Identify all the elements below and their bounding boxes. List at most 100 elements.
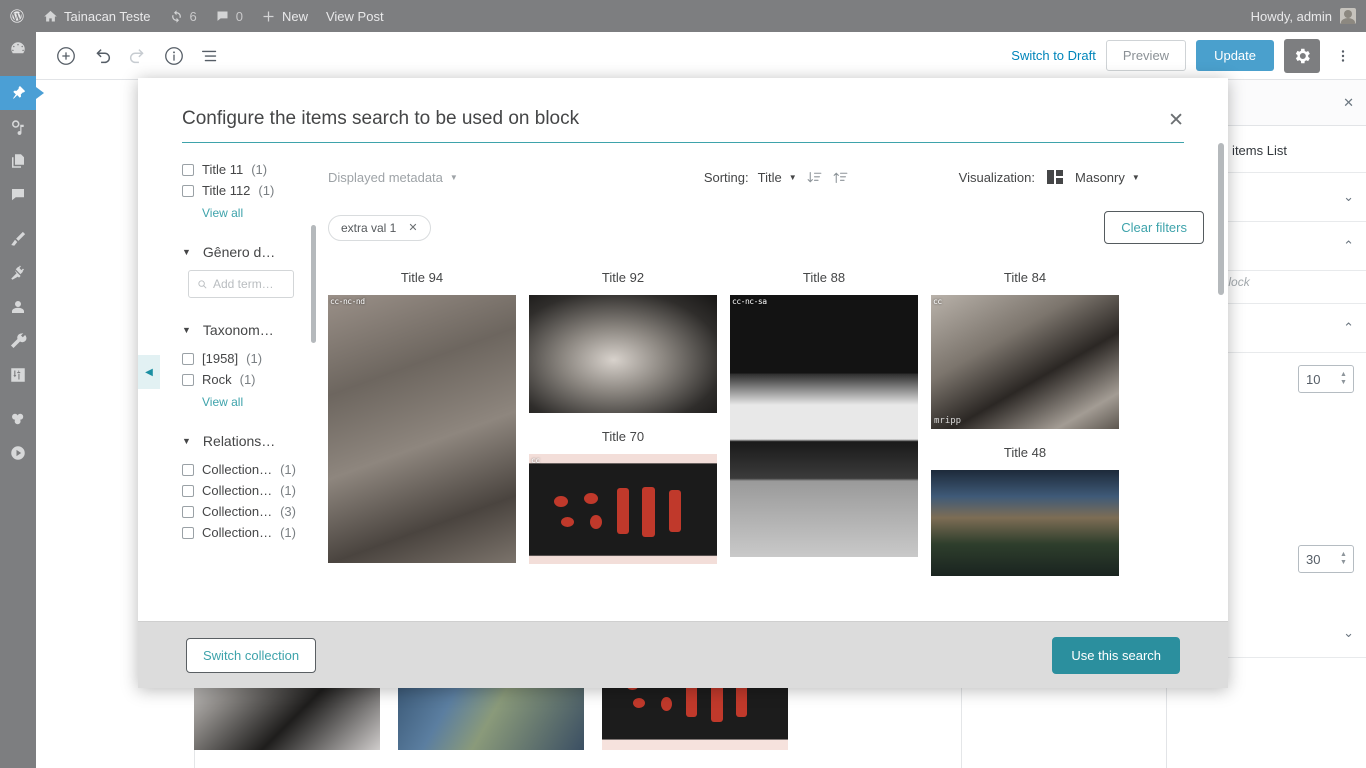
modal-header: Configure the items search to be used on… <box>138 78 1228 143</box>
stepper-arrows[interactable]: ▲ ▼ <box>1337 371 1353 387</box>
checkbox-icon[interactable] <box>182 505 194 518</box>
item-thumbnail[interactable]: cc <box>529 454 717 564</box>
sidebar-item-plugins[interactable] <box>0 256 36 290</box>
switch-collection-button[interactable]: Switch collection <box>186 637 317 673</box>
collapse-filters-button[interactable]: ◀ <box>138 355 160 389</box>
item-title[interactable]: Title 84 <box>931 264 1119 295</box>
filter-label: Collection… <box>202 462 273 477</box>
close-icon[interactable]: ✕ <box>1168 111 1184 130</box>
filter-checkbox[interactable]: Title 112 (1) <box>182 180 320 201</box>
sorting-dropdown[interactable]: Title ▼ <box>758 170 797 185</box>
visualization-dropdown[interactable]: Masonry ▼ <box>1075 170 1140 185</box>
items-count-stepper[interactable]: 10 ▲ ▼ <box>1298 365 1354 393</box>
gap-stepper[interactable]: 30 ▲ ▼ <box>1298 545 1354 573</box>
chip-label: extra val 1 <box>341 220 397 235</box>
updates-menu[interactable]: 6 <box>160 0 206 32</box>
filters-scrollbar[interactable] <box>311 225 316 343</box>
sidebar-item-dashboard[interactable] <box>0 32 36 66</box>
checkbox-icon[interactable] <box>182 184 194 197</box>
displayed-metadata-dropdown[interactable]: Displayed metadata ▼ <box>328 170 458 185</box>
item-thumbnail[interactable] <box>931 470 1119 576</box>
sidebar-item-settings[interactable] <box>0 358 36 392</box>
comments-menu[interactable]: 0 <box>206 0 252 32</box>
item-title[interactable]: Title 88 <box>730 264 918 295</box>
settings-button[interactable] <box>1284 38 1320 73</box>
item-title[interactable]: Title 70 <box>529 413 717 454</box>
checkbox-icon[interactable] <box>182 352 194 365</box>
view-post-label: View Post <box>325 8 384 24</box>
sidebar-item-posts[interactable] <box>0 76 44 110</box>
site-name-menu[interactable]: Tainacan Teste <box>34 0 160 32</box>
checkbox-icon[interactable] <box>182 526 194 539</box>
item-thumbnail[interactable]: cc-nc-nd <box>328 295 516 563</box>
list-view-button[interactable] <box>192 38 228 74</box>
add-term-input[interactable]: Add term… <box>188 270 294 298</box>
item-thumbnail[interactable]: cc mripp <box>931 295 1119 429</box>
sidebar-item-tools[interactable] <box>0 324 36 358</box>
stepper-arrows[interactable]: ▲ ▼ <box>1337 551 1353 567</box>
sidebar-item-tainacan[interactable] <box>0 402 36 436</box>
gear-icon <box>1295 48 1310 63</box>
modal-title: Configure the items search to be used on… <box>182 108 580 129</box>
view-all-link[interactable]: View all <box>182 201 320 220</box>
close-icon[interactable]: ✕ <box>408 221 417 234</box>
filter-count: (1) <box>251 162 268 177</box>
sidebar-item-appearance[interactable] <box>0 222 36 256</box>
checkbox-icon[interactable] <box>182 484 194 497</box>
item-title[interactable]: Title 94 <box>328 264 516 295</box>
sidebar-item-media-player[interactable] <box>0 436 36 470</box>
use-this-search-button[interactable]: Use this search <box>1052 636 1180 674</box>
filter-checkbox[interactable]: Collection… (1) <box>182 480 320 501</box>
more-options-button[interactable] <box>1330 39 1356 73</box>
filter-group-header[interactable]: ▼ Gênero d… <box>182 244 320 260</box>
sort-descending-button[interactable] <box>806 169 823 186</box>
filter-checkbox[interactable]: Collection… (1) <box>182 459 320 480</box>
dashboard-icon <box>11 42 25 54</box>
sidebar-item-pages[interactable] <box>0 144 36 178</box>
filter-checkbox[interactable]: Title 11 (1) <box>182 159 320 180</box>
sidebar-item-users[interactable] <box>0 290 36 324</box>
checkbox-icon[interactable] <box>182 463 194 476</box>
update-button[interactable]: Update <box>1196 40 1274 71</box>
document-info-button[interactable] <box>156 38 192 74</box>
visualization-controls: Visualization: Masonry ▼ <box>959 170 1140 185</box>
clear-filters-button[interactable]: Clear filters <box>1104 211 1204 244</box>
add-term-placeholder: Add term… <box>213 277 274 291</box>
preview-button[interactable]: Preview <box>1105 40 1187 71</box>
license-badge: cc <box>531 456 540 465</box>
filter-checkbox[interactable]: Rock (1) <box>182 369 320 390</box>
sidebar-item-comments[interactable] <box>0 178 36 212</box>
sort-ascending-button[interactable] <box>832 169 849 186</box>
filter-count: (3) <box>280 504 296 519</box>
item-title[interactable]: Title 48 <box>931 429 1119 470</box>
view-all-link[interactable]: View all <box>182 390 320 409</box>
active-filter-chip[interactable]: extra val 1 ✕ <box>328 214 431 241</box>
item-thumbnail[interactable] <box>529 295 717 413</box>
caret-down-icon: ▼ <box>182 325 191 335</box>
filter-count: (1) <box>280 462 296 477</box>
new-content-menu[interactable]: New <box>252 0 317 32</box>
pages-icon <box>12 154 24 168</box>
results-scrollbar[interactable] <box>1218 143 1224 295</box>
filter-checkbox[interactable]: Collection… (1) <box>182 522 320 543</box>
redo-button[interactable] <box>120 38 156 74</box>
masonry-icon[interactable] <box>1047 170 1064 184</box>
checkbox-icon[interactable] <box>182 163 194 176</box>
sidebar-item-media[interactable] <box>0 110 36 144</box>
close-icon[interactable]: ✕ <box>1343 95 1354 111</box>
filter-group-name: Taxonom… <box>202 322 274 338</box>
item-title[interactable]: Title 92 <box>529 264 717 295</box>
filter-group-header[interactable]: ▼ Taxonom… <box>182 322 320 338</box>
add-block-button[interactable] <box>48 38 84 74</box>
checkbox-icon[interactable] <box>182 373 194 386</box>
view-post-link[interactable]: View Post <box>317 0 393 32</box>
filter-label: [1958] <box>202 351 239 366</box>
filter-group-header[interactable]: ▼ Relations… <box>182 433 320 449</box>
filter-checkbox[interactable]: [1958] (1) <box>182 348 320 369</box>
item-thumbnail[interactable]: cc-nc-sa <box>730 295 918 557</box>
switch-to-draft-link[interactable]: Switch to Draft <box>1011 48 1096 63</box>
undo-button[interactable] <box>84 38 120 74</box>
account-menu[interactable]: Howdy, admin <box>1251 8 1366 24</box>
wordpress-logo-icon[interactable] <box>0 0 34 32</box>
filter-checkbox[interactable]: Collection… (3) <box>182 501 320 522</box>
